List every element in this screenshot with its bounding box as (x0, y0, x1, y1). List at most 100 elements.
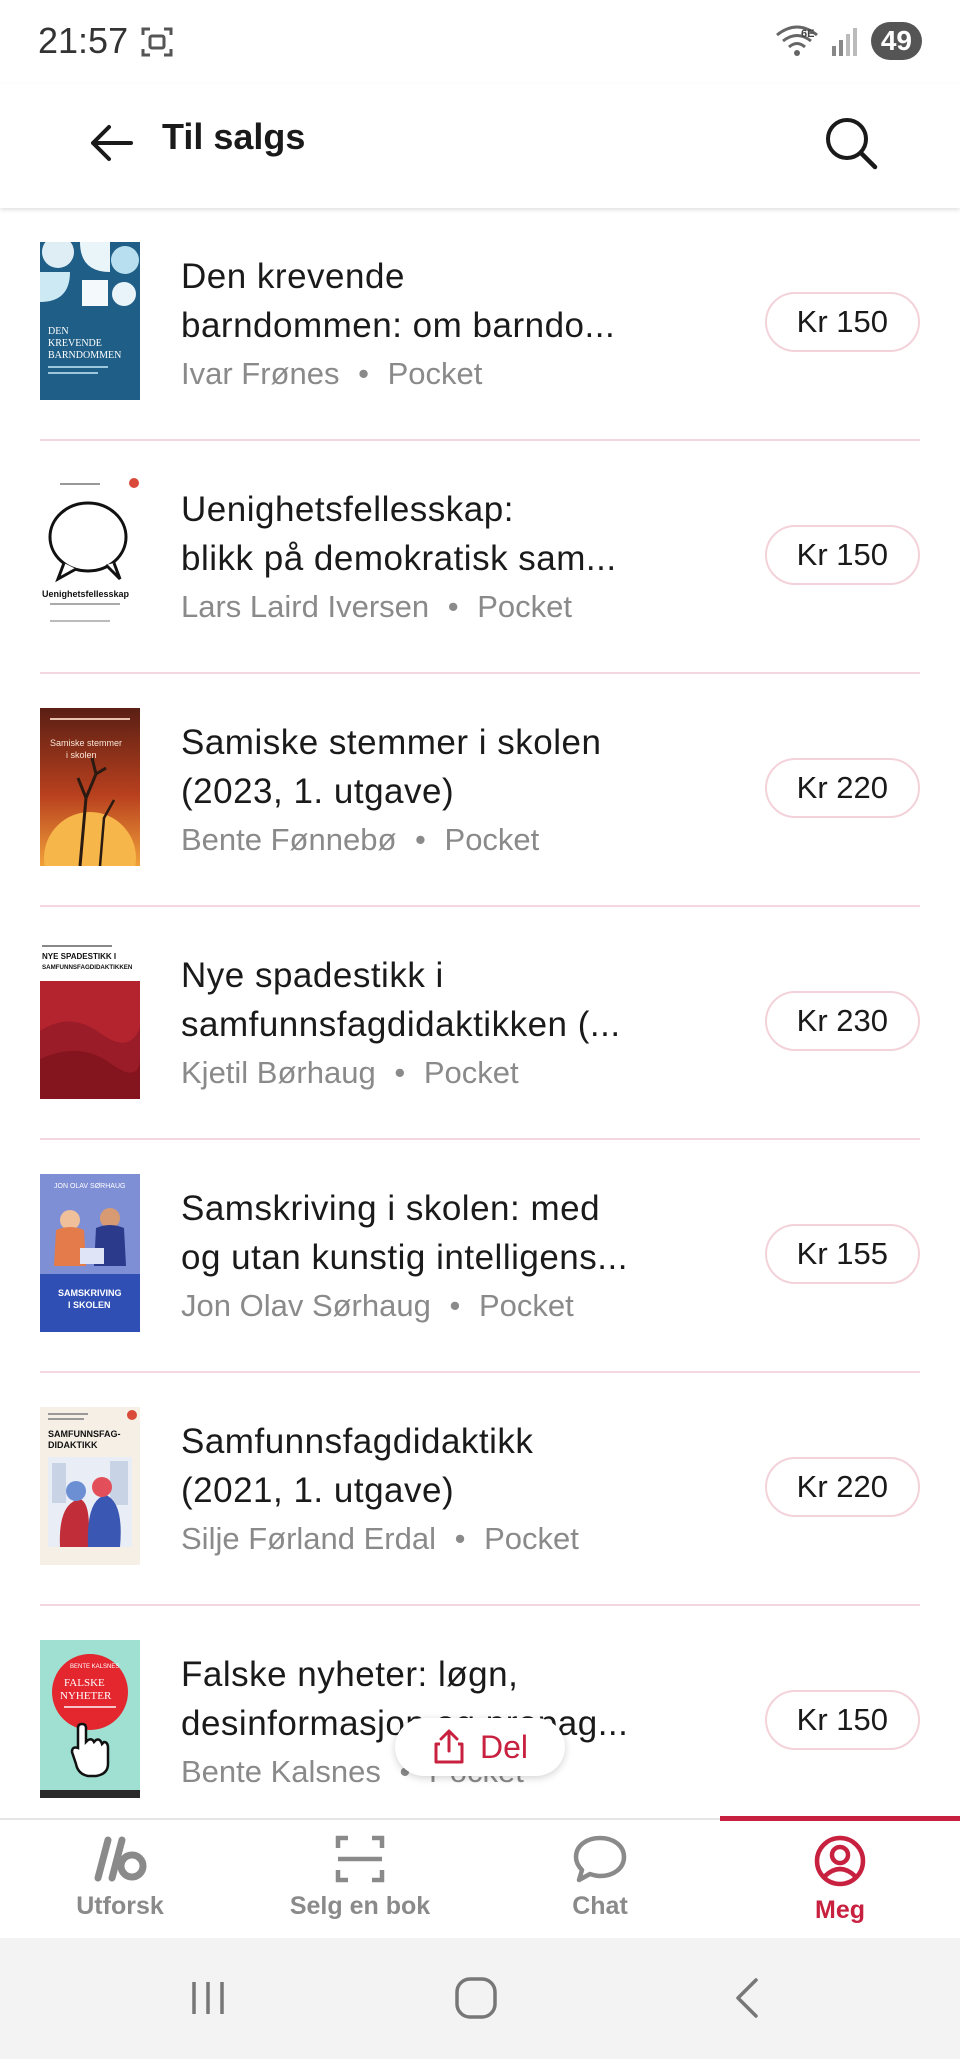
arrow-left-icon (91, 125, 133, 161)
nav-item-utforsk[interactable]: Utforsk (0, 1820, 240, 1940)
nav-item-meg[interactable]: Meg (720, 1820, 960, 1940)
price-badge: Kr 155 (764, 1224, 920, 1284)
price-badge: Kr 220 (764, 1457, 920, 1517)
back-button[interactable] (80, 112, 142, 174)
price-badge: Kr 230 (764, 991, 920, 1051)
share-label: Del (479, 1728, 528, 1765)
book-list-item[interactable]: DEN KREVENDE BARNDOMMEN Den krevende bar… (40, 208, 920, 441)
book-author: Jon Olav Sørhaug (181, 1288, 431, 1323)
home-button[interactable] (436, 1970, 516, 2026)
ib-logo-icon (94, 1836, 147, 1882)
svg-text:JON OLAV SØRHAUG: JON OLAV SØRHAUG (54, 1183, 125, 1190)
book-format: Pocket (484, 1521, 579, 1556)
book-cover: Samiske stemmer i skolen (40, 708, 140, 866)
status-indicators: 6E 49 (775, 22, 922, 60)
book-author: Lars Laird Iversen (181, 589, 430, 624)
signal-icon (831, 28, 857, 56)
chevron-left-icon (736, 1978, 758, 2018)
book-format: Pocket (478, 1288, 574, 1323)
status-bar: 21:57 6E 49 (0, 0, 960, 84)
svg-text:I SKOLEN: I SKOLEN (68, 1300, 111, 1310)
svg-text:Samiske stemmer: Samiske stemmer (50, 738, 122, 748)
book-list-item[interactable]: NYE SPADESTIKK I SAMFUNNSFAGDIDAKTIKKEN … (40, 907, 920, 1140)
book-title: Samfunnsfagdidaktikk (2021, 1. utgave) (181, 1422, 534, 1510)
svg-text:DIDAKTIKK: DIDAKTIKK (48, 1440, 98, 1450)
nav-label: Selg en bok (289, 1892, 431, 1920)
nav-label: Utforsk (76, 1892, 164, 1920)
book-info: Den krevende barndommen: om barndo... Iv… (181, 252, 741, 392)
book-format: Pocket (477, 589, 573, 624)
book-cover: SAMFUNNSFAG- DIDAKTIKK (40, 1407, 140, 1565)
price-badge: Kr 150 (764, 1690, 920, 1750)
share-icon (434, 1729, 464, 1764)
book-info: Nye spadestikk i samfunnsfagdidaktikken … (181, 951, 741, 1091)
book-cover: Uenighetsfellesskap (40, 475, 140, 633)
share-button[interactable]: Del (395, 1718, 565, 1776)
svg-text:FALSKE: FALSKE (64, 1677, 105, 1689)
meta-separator: • (358, 356, 369, 391)
system-navigation-bar (0, 1938, 960, 2059)
book-list: DEN KREVENDE BARNDOMMEN Den krevende bar… (0, 208, 960, 1839)
recent-apps-button[interactable] (168, 1970, 248, 2026)
search-icon (826, 118, 878, 170)
nav-label: Chat (572, 1892, 628, 1920)
book-info: Samfunnsfagdidaktikk (2021, 1. utgave) S… (181, 1417, 741, 1557)
book-title: Nye spadestikk i samfunnsfagdidaktikken … (181, 956, 621, 1044)
scan-icon (335, 1835, 385, 1883)
screenshot-icon (141, 27, 173, 57)
svg-text:BARNDOMMEN: BARNDOMMEN (48, 350, 121, 361)
svg-text:DEN: DEN (48, 326, 69, 337)
book-meta: Bente Fønnebø • Pocket (181, 822, 741, 858)
book-meta: Jon Olav Sørhaug • Pocket (181, 1288, 741, 1324)
svg-text:NYE SPADESTIKK I: NYE SPADESTIKK I (42, 952, 116, 961)
meta-separator: • (454, 1521, 466, 1556)
svg-text:SAMFUNNSFAGDIDAKTIKKEN: SAMFUNNSFAGDIDAKTIKKEN (42, 964, 133, 971)
book-list-item[interactable]: SAMFUNNSFAG- DIDAKTIKK Samfunnsfagdidakt… (40, 1373, 920, 1606)
meta-separator: • (449, 1288, 461, 1323)
battery-indicator: 49 (870, 22, 922, 60)
book-info: Samiske stemmer i skolen (2023, 1. utgav… (181, 718, 741, 858)
svg-text:BENTE KALSNES: BENTE KALSNES (70, 1664, 119, 1670)
recent-apps-icon (192, 1982, 224, 2014)
book-cover: BENTE KALSNES FALSKE NYHETER (40, 1640, 140, 1798)
nav-item-chat[interactable]: Chat (480, 1820, 720, 1940)
page-title: Til salgs (162, 116, 306, 157)
svg-text:NYHETER: NYHETER (60, 1690, 112, 1702)
book-info: Uenighetsfellesskap: blikk på demokratis… (181, 485, 741, 625)
search-button[interactable] (818, 110, 884, 176)
svg-text:Uenighetsfellesskap: Uenighetsfellesskap (42, 589, 130, 599)
book-meta: Kjetil Børhaug • Pocket (181, 1055, 741, 1091)
book-list-item[interactable]: JON OLAV SØRHAUG SAMSKRIVING I SKOLEN Sa… (40, 1140, 920, 1373)
network-label: 6E (801, 28, 814, 40)
book-author: Bente Fønnebø (181, 822, 397, 857)
system-back-button[interactable] (706, 1970, 786, 2026)
book-author: Bente Kalsnes (181, 1754, 381, 1789)
book-list-item[interactable]: Samiske stemmer i skolen Samiske stemmer… (40, 674, 920, 907)
wifi-icon: 6E (775, 25, 818, 56)
book-list-item[interactable]: Uenighetsfellesskap Uenighetsfellesskap:… (40, 441, 920, 674)
book-cover: JON OLAV SØRHAUG SAMSKRIVING I SKOLEN (40, 1174, 140, 1332)
book-author: Ivar Frønes (181, 356, 340, 391)
book-title: Uenighetsfellesskap: blikk på demokratis… (181, 490, 617, 578)
nav-label: Meg (815, 1896, 865, 1924)
book-format: Pocket (423, 1055, 519, 1090)
profile-icon (814, 1835, 866, 1887)
price-badge: Kr 220 (764, 758, 920, 818)
book-title: Samskriving i skolen: med og utan kunsti… (181, 1189, 628, 1277)
book-cover: DEN KREVENDE BARNDOMMEN (40, 242, 140, 400)
book-meta: Lars Laird Iversen • Pocket (181, 589, 741, 625)
svg-text:SAMFUNNSFAG-: SAMFUNNSFAG- (48, 1429, 121, 1439)
svg-text:i skolen: i skolen (66, 750, 97, 760)
meta-separator: • (394, 1055, 406, 1090)
price-badge: Kr 150 (764, 292, 920, 352)
nav-item-selg-en-bok[interactable]: Selg en bok (240, 1820, 480, 1940)
book-title: Samiske stemmer i skolen (2023, 1. utgav… (181, 723, 602, 811)
svg-text:SAMSKRIVING: SAMSKRIVING (58, 1288, 122, 1298)
book-author: Kjetil Børhaug (181, 1055, 376, 1090)
book-meta: Ivar Frønes • Pocket (181, 356, 741, 392)
meta-separator: • (447, 589, 459, 624)
book-format: Pocket (387, 356, 483, 391)
svg-text:KREVENDE: KREVENDE (48, 338, 102, 349)
chat-bubble-icon (573, 1835, 627, 1883)
meta-separator: • (415, 822, 426, 857)
